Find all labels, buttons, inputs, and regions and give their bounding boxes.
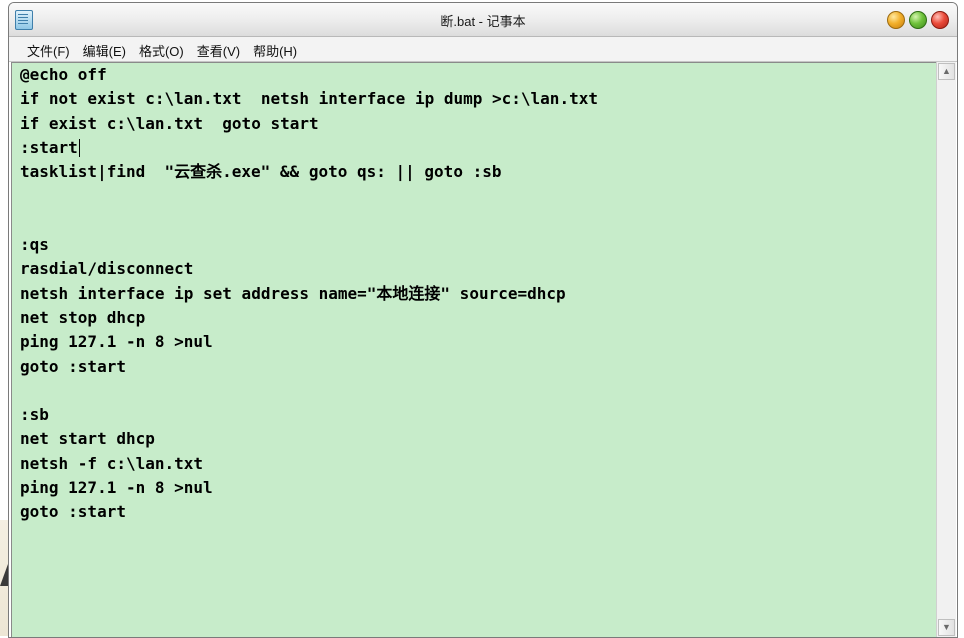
window-title: 断.bat - 记事本 <box>440 14 526 29</box>
editor-line-text: ping 127.1 -n 8 >nul <box>20 332 213 352</box>
editor-line-text: :sb <box>20 405 49 425</box>
editor-line-text: netsh interface ip set address name="本地连… <box>20 283 566 303</box>
chevron-down-icon[interactable]: ▼ <box>938 619 955 636</box>
editor-line: if exist c:\lan.txt goto start <box>12 112 937 136</box>
editor-line-text: net start dhcp <box>20 429 155 449</box>
minimize-button[interactable] <box>887 11 905 29</box>
editor-line: :start <box>12 136 937 160</box>
chevron-up-icon[interactable]: ▲ <box>938 63 955 80</box>
editor-line: :qs <box>12 233 937 257</box>
editor-line-text: netsh -f c:\lan.txt <box>20 453 204 473</box>
editor-line-text: net stop dhcp <box>20 307 146 327</box>
menu-file[interactable]: 文件(F) <box>20 37 76 61</box>
menu-view[interactable]: 查看(V) <box>190 37 246 61</box>
editor-line-text: if not exist c:\lan.txt netsh interface … <box>20 89 598 109</box>
menu-help[interactable]: 帮助(H) <box>246 37 303 61</box>
editor-line: :sb <box>12 403 937 427</box>
menu-edit[interactable]: 编辑(E) <box>76 37 132 61</box>
editor-line: netsh interface ip set address name="本地连… <box>12 282 937 306</box>
editor-line-text: :start <box>20 137 78 157</box>
editor-line: goto :start <box>12 500 937 524</box>
editor-line: @echo off <box>12 63 937 87</box>
maximize-button[interactable] <box>909 11 927 29</box>
editor-line: if not exist c:\lan.txt netsh interface … <box>12 87 937 111</box>
menu-format[interactable]: 格式(O) <box>132 37 190 61</box>
menu-bar: 文件(F) 编辑(E) 格式(O) 查看(V) 帮助(H) <box>9 37 957 62</box>
editor-line: netsh -f c:\lan.txt <box>12 452 937 476</box>
editor-line: goto :start <box>12 355 937 379</box>
editor-line-text: :qs <box>20 235 49 255</box>
editor-line: net stop dhcp <box>12 306 937 330</box>
editor-line-text: ping 127.1 -n 8 >nul <box>20 478 213 498</box>
notepad-window: 断.bat - 记事本 文件(F) 编辑(E) 格式(O) 查看(V) 帮助(H) @e… <box>8 2 958 638</box>
editor-line-text: if exist c:\lan.txt goto start <box>20 113 319 133</box>
editor-line: tasklist|find "云查杀.exe" && goto qs: || g… <box>12 160 937 184</box>
editor-line-text: tasklist|find "云查杀.exe" && goto qs: || g… <box>20 162 502 182</box>
editor-line: ping 127.1 -n 8 >nul <box>12 476 937 500</box>
text-editor-area[interactable]: @echo off if not exist c:\lan.txt netsh i… <box>11 62 937 637</box>
editor-line-text: goto :start <box>20 356 126 376</box>
editor-line: ping 127.1 -n 8 >nul <box>12 330 937 354</box>
editor-line: rasdial/disconnect <box>12 257 937 281</box>
text-caret <box>78 139 80 158</box>
title-bar[interactable]: 断.bat - 记事本 <box>9 3 957 37</box>
editor-line-text: @echo off <box>20 65 107 84</box>
editor-line-text: goto :start <box>20 502 126 522</box>
vertical-scrollbar[interactable]: ▲ ▼ <box>936 62 956 637</box>
editor-line-text: rasdial/disconnect <box>20 259 194 279</box>
close-button[interactable] <box>931 11 949 29</box>
scrollbar-track[interactable] <box>938 81 955 618</box>
editor-line: net start dhcp <box>12 427 937 451</box>
